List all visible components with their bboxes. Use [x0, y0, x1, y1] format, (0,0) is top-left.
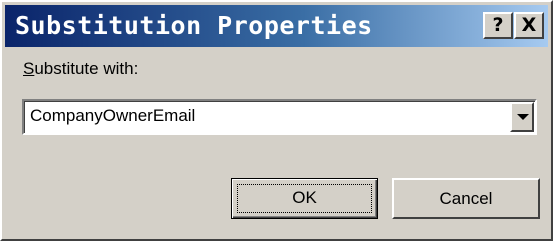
close-button[interactable]: X — [514, 12, 544, 39]
dropdown-button[interactable] — [510, 102, 534, 132]
substitute-with-label: Substitute with: — [23, 59, 138, 79]
combobox-value[interactable]: CompanyOwnerEmail — [30, 106, 195, 126]
label-mnemonic: S — [23, 59, 35, 78]
label-text: ubstitute with: — [34, 59, 139, 78]
substitute-with-combobox[interactable]: CompanyOwnerEmail — [22, 99, 537, 135]
help-button[interactable]: ? — [483, 12, 513, 39]
cancel-button[interactable]: Cancel — [392, 178, 540, 219]
substitution-properties-dialog: Substitution Properties ? X Substitute w… — [0, 0, 553, 241]
ok-button[interactable]: OK — [231, 178, 378, 219]
ok-button-label: OK — [292, 188, 317, 207]
dialog-title: Substitution Properties — [15, 11, 373, 40]
title-bar[interactable]: Substitution Properties ? X — [5, 5, 548, 47]
chevron-down-icon — [517, 114, 529, 120]
